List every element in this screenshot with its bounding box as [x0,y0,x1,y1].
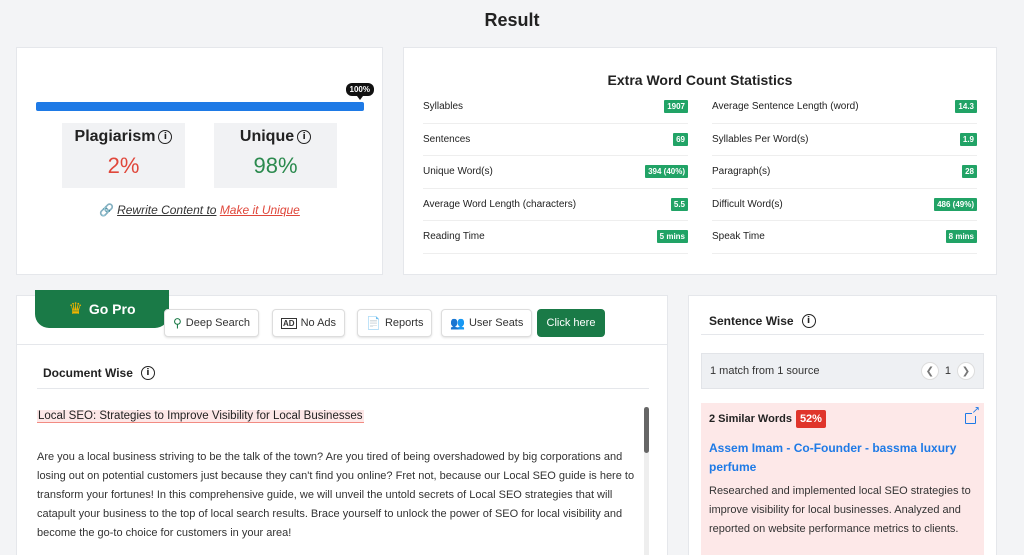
rewrite-link[interactable]: 🔗 Rewrite Content to Make it Unique [17,203,382,217]
info-icon[interactable]: i [158,130,173,144]
stat-row: Syllables 1907 [423,91,688,124]
plagiarism-value: 2% [107,153,140,178]
external-link-icon[interactable] [965,406,980,424]
document-text: Are you a local business striving to be … [37,451,635,539]
stat-row: Difficult Word(s) 486 (49%) [712,189,977,221]
progress-fill [36,102,364,111]
stats-right-column: Average Sentence Length (word) 14.3 Syllab… [712,91,977,254]
document-wise-header: Document Wise i [43,366,155,380]
plagiarism-label: Plagiarism [74,128,156,145]
progress-label: 100% [345,83,374,100]
report-icon: 📄 [366,316,381,330]
stat-value-badge: 1.9 [959,132,977,146]
feature-label: Reports [384,317,424,329]
crown-icon: ♛ [68,301,83,318]
stat-value-badge: 394 (40%) [645,165,688,179]
users-icon: 👥 [450,316,465,330]
stat-row: Average Sentence Length (word) 14.3 [712,91,977,124]
divider [17,344,667,345]
stat-label: Unique Word(s) [423,166,493,178]
feature-label: Deep Search [185,317,251,329]
similar-words-label: 2 Similar Words [709,413,792,425]
stat-label: Paragraph(s) [712,166,771,178]
stat-row: Unique Word(s) 394 (40%) [423,156,688,189]
highlighted-heading[interactable]: Local SEO: Strategies to Improve Visibil… [37,410,364,423]
similar-words-row: 2 Similar Words 52% [709,410,826,428]
stat-label: Average Sentence Length (word) [712,101,859,113]
no-ads-icon: AD [281,317,297,329]
document-card: ♛ Go Pro ⚲ Deep Search AD No Ads 📄 Reports … [16,290,668,555]
info-icon[interactable]: i [297,130,312,144]
sentence-wise-header: Sentence Wise i [709,314,816,328]
divider [701,334,984,335]
stat-value-badge: 14.3 [955,100,977,114]
plagiarism-score-card: 100% Plagiarism i 2% Unique i 98% 🔗 Rewrite… [16,47,383,275]
stat-value-badge: 5 mins [656,230,688,244]
stat-row: Paragraph(s) 28 [712,156,977,189]
word-count-stats-card: Extra Word Count Statistics Syllables 190… [403,47,997,275]
deep-search-feature[interactable]: ⚲ Deep Search [164,309,260,337]
scrollbar-thumb[interactable] [644,407,649,453]
stat-value-badge: 28 [962,165,977,179]
rewrite-text[interactable]: Rewrite Content to [117,203,216,217]
go-pro-label: Go Pro [88,301,136,317]
stat-row: Sentences 69 [423,124,688,156]
sentence-wise-title: Sentence Wise [709,314,794,328]
user-seats-feature[interactable]: 👥 User Seats [441,309,533,337]
search-icon: ⚲ [173,316,182,330]
match-summary: 1 match from 1 source [710,365,820,377]
stat-value-badge: 1907 [664,100,688,114]
stat-label: Speak Time [712,231,765,243]
stat-value-badge: 5.5 [670,197,688,211]
plagiarism-box: Plagiarism i 2% [62,123,185,188]
prev-page-button[interactable]: ❮ [920,362,939,380]
info-icon[interactable]: i [801,314,816,328]
click-here-button[interactable]: Click here [537,309,605,337]
stat-label: Syllables [423,101,464,113]
stat-label: Sentences [423,133,471,145]
stat-row: Average Word Length (characters) 5.5 [423,189,688,221]
match-summary-bar: 1 match from 1 source ❮ 1 ❯ [701,353,984,389]
uniqueness-progress-bar: 100% [36,83,374,111]
document-wise-title: Document Wise [43,366,133,380]
sentence-wise-card: Sentence Wise i 1 match from 1 source ❮ … [688,295,997,555]
reports-feature[interactable]: 📄 Reports [357,309,433,337]
unique-value: 98% [253,153,298,178]
source-text: Researched and implemented local SEO str… [709,485,971,535]
divider [37,388,649,389]
stat-label: Reading Time [423,231,485,243]
page-number: 1 [944,365,951,377]
feature-label: User Seats [468,317,524,329]
stat-label: Syllables Per Word(s) [712,133,809,145]
stat-row: Reading Time 5 mins [423,221,688,254]
go-pro-tab[interactable]: ♛ Go Pro [35,290,169,328]
stat-value-badge: 8 mins [945,230,977,244]
stat-label: Average Word Length (characters) [423,198,577,210]
stat-label: Difficult Word(s) [712,198,783,210]
stats-title: Extra Word Count Statistics [607,72,793,88]
make-unique-link[interactable]: Make it Unique [220,203,300,217]
source-title-link[interactable]: Assem Imam - Co-Founder - bassma luxury … [709,439,971,477]
stat-row: Syllables Per Word(s) 1.9 [712,124,977,156]
similarity-badge: 52% [795,410,826,428]
feature-label: No Ads [300,317,337,329]
page-title: Result [484,10,540,30]
link-icon: 🔗 [99,203,115,217]
pagination: ❮ 1 ❯ [920,362,975,380]
unique-box: Unique i 98% [214,123,337,188]
no-ads-feature[interactable]: AD No Ads [272,309,346,337]
stat-value-badge: 69 [673,132,688,146]
info-icon[interactable]: i [140,366,155,380]
next-page-button[interactable]: ❯ [957,362,975,380]
stat-value-badge: 486 (49%) [934,197,977,211]
unique-label: Unique [239,128,295,145]
stat-row: Speak Time 8 mins [712,221,977,254]
match-result-card: 2 Similar Words 52% Assem Imam - Co-Foun… [701,403,984,555]
stats-left-column: Syllables 1907 Sentences 69 Unique Word(s) 39… [423,91,688,254]
